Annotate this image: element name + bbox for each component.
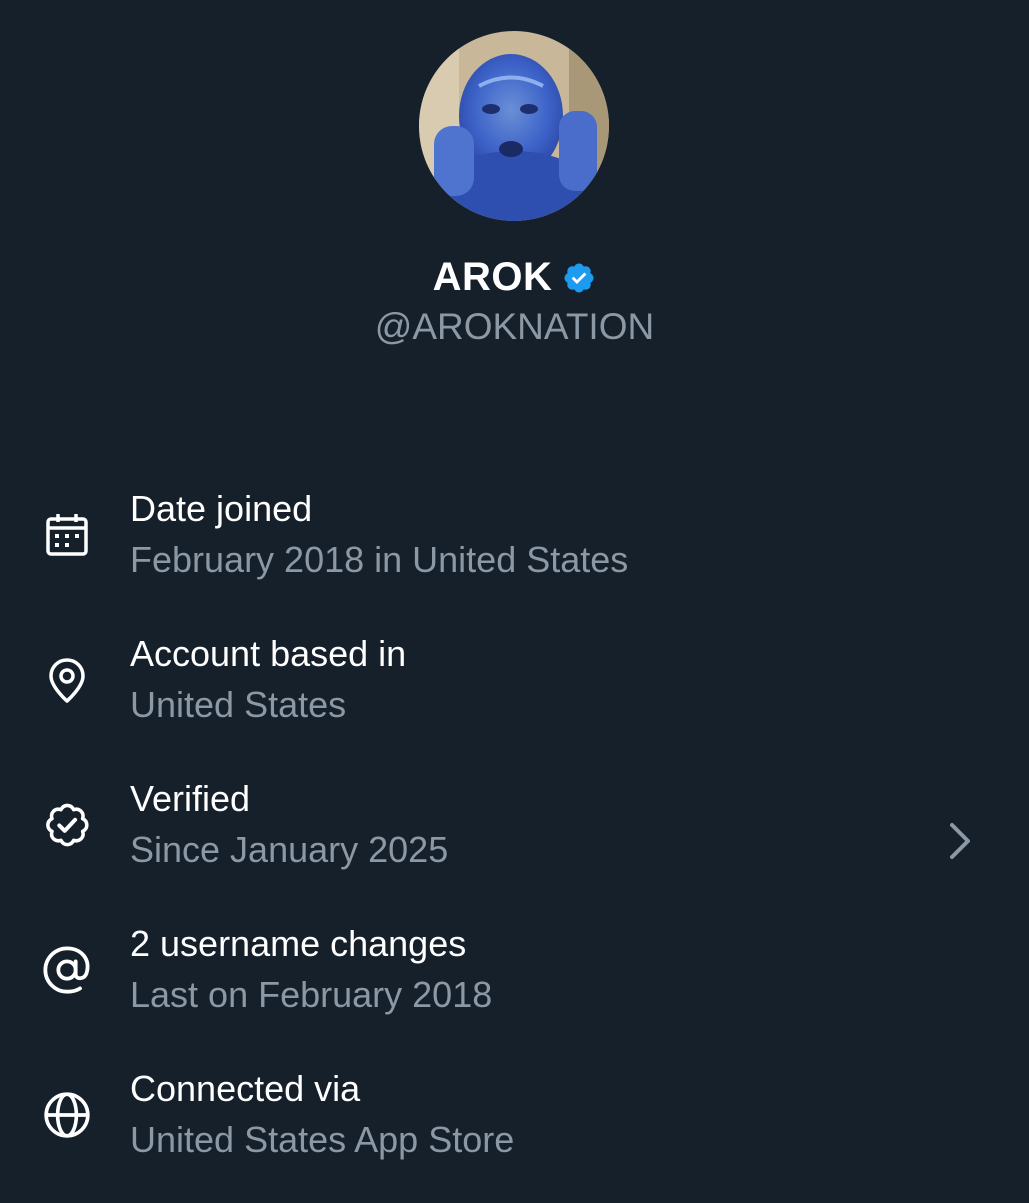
row-title: Account based in <box>130 633 407 674</box>
verified-badge-icon <box>40 798 94 852</box>
row-subtitle: United States App Store <box>130 1119 515 1160</box>
display-name: AROK <box>432 254 553 299</box>
info-row-date-joined: Date joined February 2018 in United Stat… <box>0 478 1029 623</box>
chevron-right-icon[interactable] <box>940 816 980 866</box>
info-row-account-based-in: Account based in United States <box>0 623 1029 768</box>
globe-icon <box>40 1088 94 1142</box>
profile-avatar[interactable] <box>419 31 609 221</box>
profile-name-row: AROK <box>0 252 1029 302</box>
row-title: Date joined <box>130 488 313 529</box>
row-subtitle: Last on February 2018 <box>130 974 493 1015</box>
info-row-connected-via: Connected via United States App Store <box>0 1058 1029 1203</box>
info-row-username-changes: 2 username changes Last on February 2018 <box>0 913 1029 1058</box>
row-title: 2 username changes <box>130 923 467 964</box>
verified-badge-icon <box>564 263 594 293</box>
row-subtitle: February 2018 in United States <box>130 539 629 580</box>
row-subtitle: United States <box>130 684 347 725</box>
account-info-list: Date joined February 2018 in United Stat… <box>0 478 1029 1203</box>
row-subtitle: Since January 2025 <box>130 829 449 870</box>
row-title: Connected via <box>130 1068 361 1109</box>
profile-handle: @AROKNATION <box>374 306 655 347</box>
at-sign-icon <box>40 943 94 997</box>
info-row-verified[interactable]: Verified Since January 2025 <box>0 768 1029 913</box>
location-pin-icon <box>40 653 94 707</box>
row-title: Verified <box>130 778 251 819</box>
calendar-icon <box>40 508 94 562</box>
